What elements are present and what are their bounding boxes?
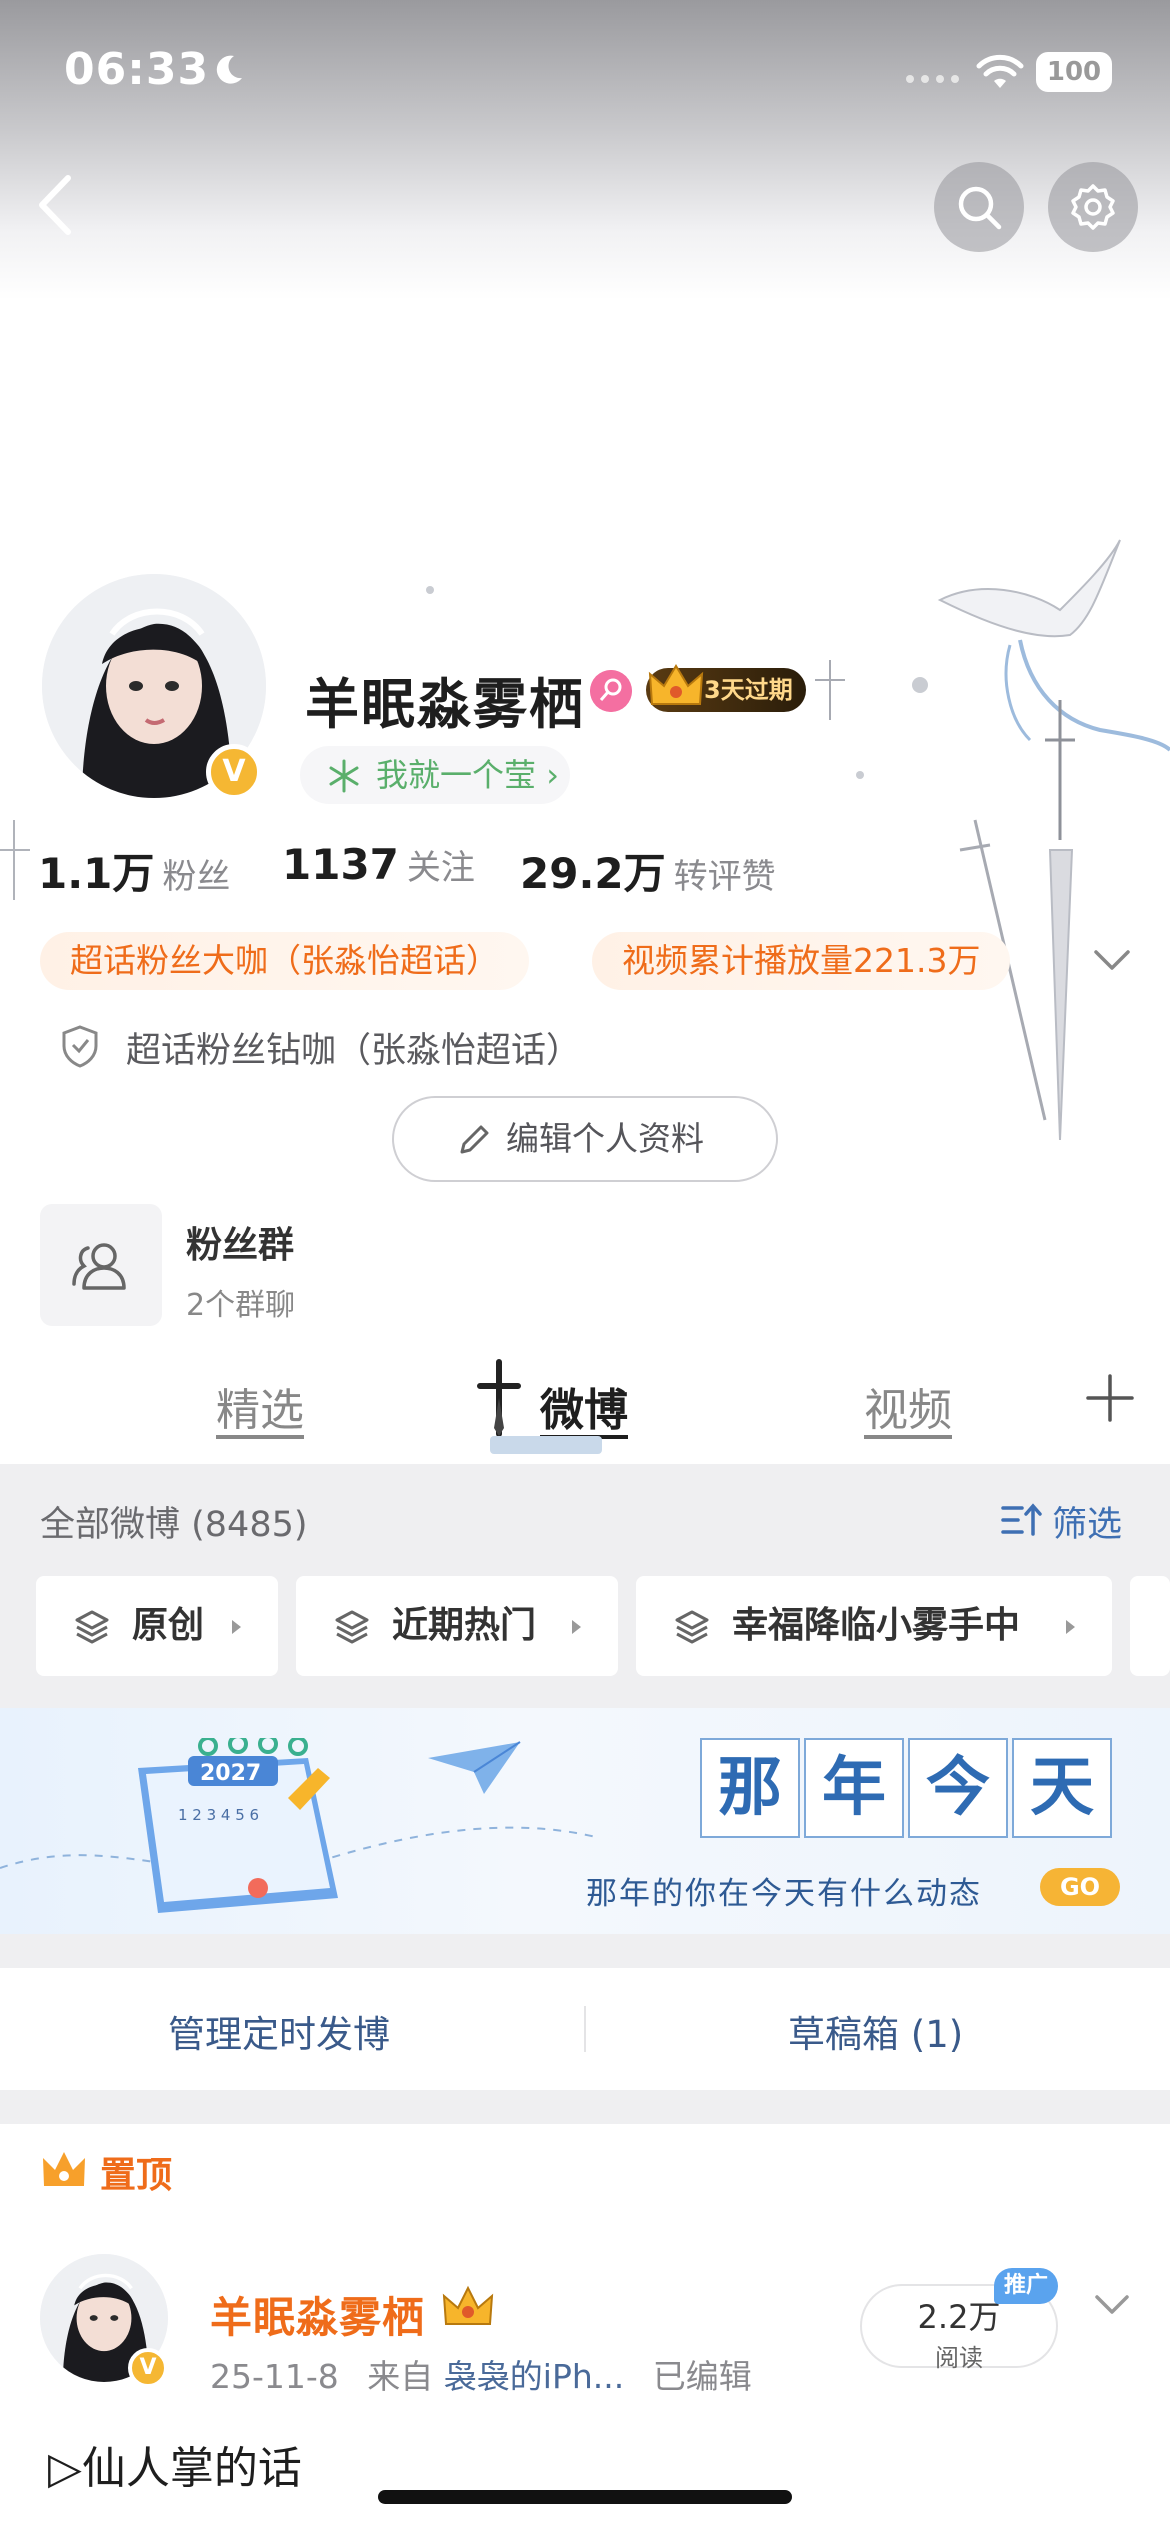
profile-username: 羊眠淼雾栖 — [305, 673, 585, 736]
filter-button[interactable]: 筛选 — [1000, 1496, 1122, 1547]
promote-badge[interactable]: 推广 — [994, 2268, 1058, 2304]
caret-right-icon — [1066, 1620, 1075, 1634]
plus-icon[interactable] — [1084, 1372, 1136, 1424]
verified-badge-icon: V — [206, 744, 262, 800]
chip-label: 原创 — [132, 1605, 205, 1646]
gear-icon — [1071, 184, 1115, 230]
tag-chaohua-fan[interactable]: 超话粉丝大咖（张淼怡超话） — [40, 932, 529, 990]
battery-indicator: 100 — [1036, 52, 1112, 92]
stat-following[interactable]: 1137 关注 — [282, 840, 475, 889]
crown-icon — [43, 2152, 85, 2186]
stat-value: 29.2万 — [520, 849, 666, 898]
stat-label: 转评赞 — [673, 857, 776, 897]
fan-group-icon-box[interactable] — [40, 1204, 162, 1326]
tab-featured[interactable]: 精选 — [216, 1374, 304, 1438]
reads-label: 阅读 — [935, 2344, 983, 2372]
caret-right-icon — [232, 1620, 241, 1634]
calendar-illustration-icon: 2027 1 2 3 4 5 6 — [138, 1738, 338, 1913]
post-source[interactable]: 袅袅的iPh... — [444, 2357, 624, 2396]
fanclub-pill[interactable]: 我就一个莹 › — [300, 746, 570, 804]
filter-label: 筛选 — [1052, 1505, 1123, 1545]
paper-plane-icon — [428, 1741, 521, 1794]
chevron-right-icon: › — [546, 756, 559, 794]
layers-icon — [75, 1610, 109, 1644]
settings-button[interactable] — [1048, 162, 1138, 252]
snowflake-icon — [329, 759, 359, 793]
female-gender-icon — [590, 670, 632, 712]
stat-followers[interactable]: 1.1万 粉丝 — [38, 840, 230, 901]
chevron-down-icon[interactable] — [1092, 2290, 1132, 2320]
banner-char: 年 — [804, 1738, 904, 1838]
scheduled-posts-button[interactable]: 管理定时发博 — [168, 2004, 390, 2058]
on-this-day-banner[interactable]: 2027 1 2 3 4 5 6 那 年 今 天 那年的你在今天有什么动态 GO — [0, 1708, 1170, 1934]
wifi-icon — [976, 54, 1024, 88]
post-meta: 25-11-8 来自 袅袅的iPh... 已编辑 — [210, 2350, 752, 2398]
stat-label: 粉丝 — [162, 857, 231, 897]
badge-text: 超话粉丝钻咖（张淼怡超话） — [126, 1031, 582, 1071]
crown-icon — [648, 664, 704, 705]
post-date: 25-11-8 — [210, 2357, 339, 2396]
chip-label: 幸福降临小雾手中 — [732, 1605, 1021, 1646]
group-users-icon — [72, 1243, 126, 1290]
post-author-name[interactable]: 羊眠淼雾栖 — [210, 2284, 425, 2345]
stat-label: 关注 — [406, 848, 475, 888]
chevron-down-icon[interactable] — [1090, 944, 1134, 978]
search-icon — [958, 186, 1002, 230]
pinned-label: 置顶 — [100, 2155, 173, 2196]
stat-value: 1.1万 — [38, 849, 155, 898]
cross-ornament-icon — [477, 1359, 521, 1437]
tab-weibo[interactable]: 微博 — [540, 1374, 628, 1438]
tab-video[interactable]: 视频 — [864, 1374, 952, 1438]
edit-profile-label: 编辑个人资料 — [506, 1119, 704, 1158]
moon-icon — [216, 55, 242, 84]
drafts-button[interactable]: 草稿箱 (1) — [788, 2004, 963, 2058]
chip-album[interactable]: 幸福降临小雾手中 — [636, 1576, 1112, 1676]
chip-overflow[interactable] — [1130, 1576, 1170, 1676]
chip-original[interactable]: 原创 — [36, 1576, 278, 1676]
fanclub-label: 我就一个莹 — [376, 756, 537, 794]
banner-go-button[interactable]: GO — [1040, 1868, 1120, 1906]
banner-char: 天 — [1012, 1738, 1112, 1838]
chip-label: 近期热门 — [392, 1605, 537, 1646]
manage-row: 管理定时发博 草稿箱 (1) — [0, 1968, 1170, 2090]
caret-right-icon — [572, 1620, 581, 1634]
banner-char: 今 — [908, 1738, 1008, 1838]
tag-video-plays[interactable]: 视频累计播放量221.3万 — [592, 932, 1011, 990]
post-from: 来自 — [367, 2357, 434, 2396]
banner-char: 那 — [700, 1738, 800, 1838]
verified-badge-icon: V — [128, 2348, 168, 2388]
divider — [584, 2006, 586, 2052]
all-weibo-count[interactable]: 全部微博 (8485) — [40, 1496, 308, 1547]
svg-text:2027: 2027 — [200, 1761, 261, 1786]
tab-ribbon-ornament — [490, 1436, 602, 1454]
banner-subtitle: 那年的你在今天有什么动态 — [586, 1876, 982, 1912]
search-button[interactable] — [934, 162, 1024, 252]
stat-value: 1137 — [282, 840, 399, 889]
back-arrow-icon[interactable] — [30, 170, 80, 240]
crown-icon — [442, 2285, 494, 2325]
home-indicator — [378, 2490, 792, 2504]
signal-dots-icon — [906, 75, 959, 83]
pencil-icon — [460, 1125, 489, 1154]
shield-icon — [62, 1025, 98, 1068]
chip-recent-hot[interactable]: 近期热门 — [296, 1576, 618, 1676]
fan-group-title[interactable]: 粉丝群 — [186, 1216, 294, 1268]
status-bar: 06:33 100 — [0, 0, 1170, 140]
filter-icon — [1001, 1503, 1042, 1536]
status-time: 06:33 — [64, 44, 210, 95]
post-text[interactable]: ▷仙人掌的话 — [48, 2432, 302, 2496]
fan-group-subtitle: 2个群聊 — [186, 1288, 296, 1323]
layers-icon — [335, 1610, 369, 1644]
edit-profile-button[interactable]: 编辑个人资料 — [392, 1096, 778, 1182]
svg-text:1 2 3 4 5 6: 1 2 3 4 5 6 — [178, 1806, 259, 1824]
stat-reposts-comments-likes[interactable]: 29.2万 转评赞 — [520, 840, 776, 901]
post-edited: 已编辑 — [652, 2357, 752, 2396]
layers-icon — [675, 1610, 709, 1644]
